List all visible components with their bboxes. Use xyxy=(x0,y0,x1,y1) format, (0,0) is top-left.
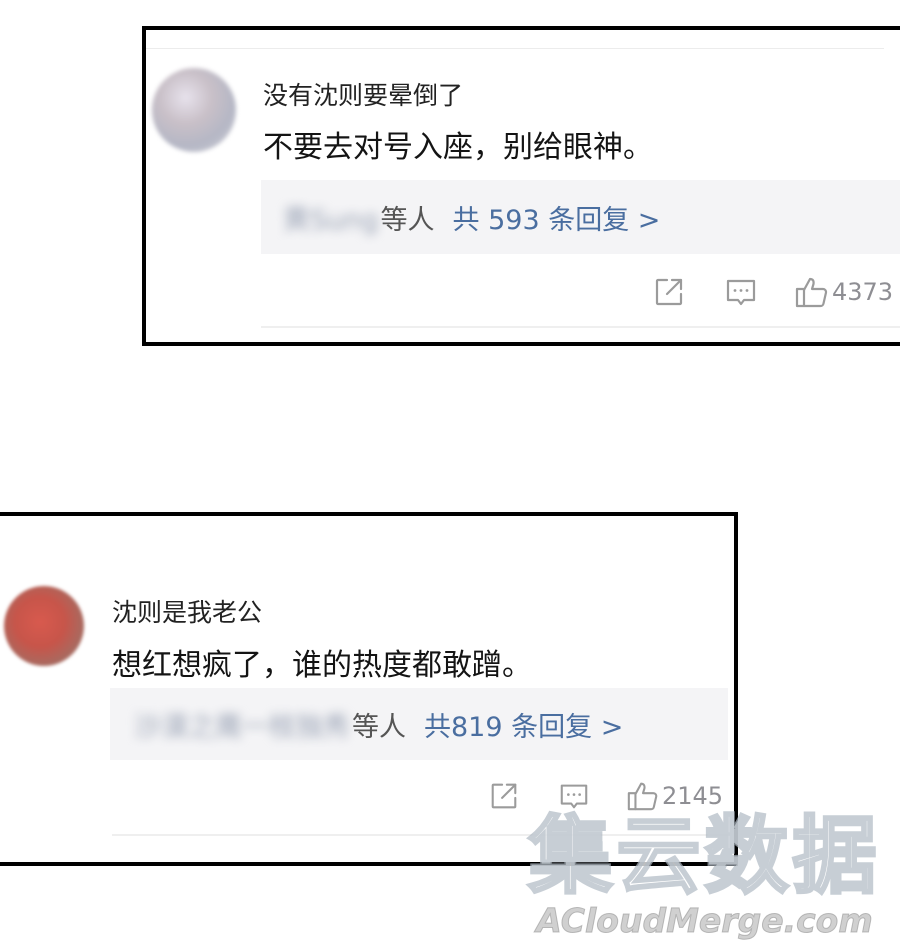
comment-text: 想红想疯了，谁的热度都敢蹭。 xyxy=(112,648,532,683)
watermark-english: ACloudMerge.com xyxy=(536,901,874,940)
screenshot-canvas: 没有沈则要晕倒了 不要去对号入座，别给眼神。 黄Sung 等人 共 593 条回… xyxy=(0,0,900,949)
reply-suffix: 等人 xyxy=(380,204,435,236)
share-icon[interactable] xyxy=(652,275,686,309)
comment-username[interactable]: 沈则是我老公 xyxy=(112,593,262,629)
bottom-divider xyxy=(261,326,900,328)
view-replies-link[interactable]: 共 593 条回复 > xyxy=(453,198,661,237)
share-icon[interactable] xyxy=(488,780,520,812)
comment-icon[interactable] xyxy=(724,275,758,309)
like-button[interactable]: 2145 xyxy=(626,779,723,813)
reply-suffix: 等人 xyxy=(352,711,406,743)
thumbs-up-icon xyxy=(794,274,830,310)
top-divider xyxy=(146,48,884,49)
like-button[interactable]: 4373 xyxy=(794,274,893,310)
comment-username[interactable]: 没有沈则要晕倒了 xyxy=(263,76,463,112)
avatar[interactable] xyxy=(152,68,236,152)
comment-actions: 4373 xyxy=(652,274,893,310)
comment-card-2: 沈则是我老公 想红想疯了，谁的热度都敢蹭。 沙漠之鹰一枝独秀 等人 共819 条… xyxy=(0,512,738,866)
avatar[interactable] xyxy=(4,586,84,666)
like-count: 2145 xyxy=(662,782,724,810)
like-count: 4373 xyxy=(832,278,894,306)
comment-actions: 2145 xyxy=(488,779,723,813)
reply-usernames: 沙漠之鹰一枝独秀 xyxy=(134,711,350,743)
comment-text: 不要去对号入座，别给眼神。 xyxy=(263,130,653,165)
comment-icon[interactable] xyxy=(558,780,590,812)
reply-preview[interactable]: 沙漠之鹰一枝独秀 等人 共819 条回复 > xyxy=(110,688,728,760)
reply-preview[interactable]: 黄Sung 等人 共 593 条回复 > xyxy=(261,180,900,254)
view-replies-link[interactable]: 共819 条回复 > xyxy=(424,705,623,744)
bottom-divider xyxy=(112,834,728,836)
thumbs-up-icon xyxy=(626,779,660,813)
comment-card-1: 没有沈则要晕倒了 不要去对号入座，别给眼神。 黄Sung 等人 共 593 条回… xyxy=(142,26,900,346)
reply-usernames: 黄Sung xyxy=(283,204,379,236)
